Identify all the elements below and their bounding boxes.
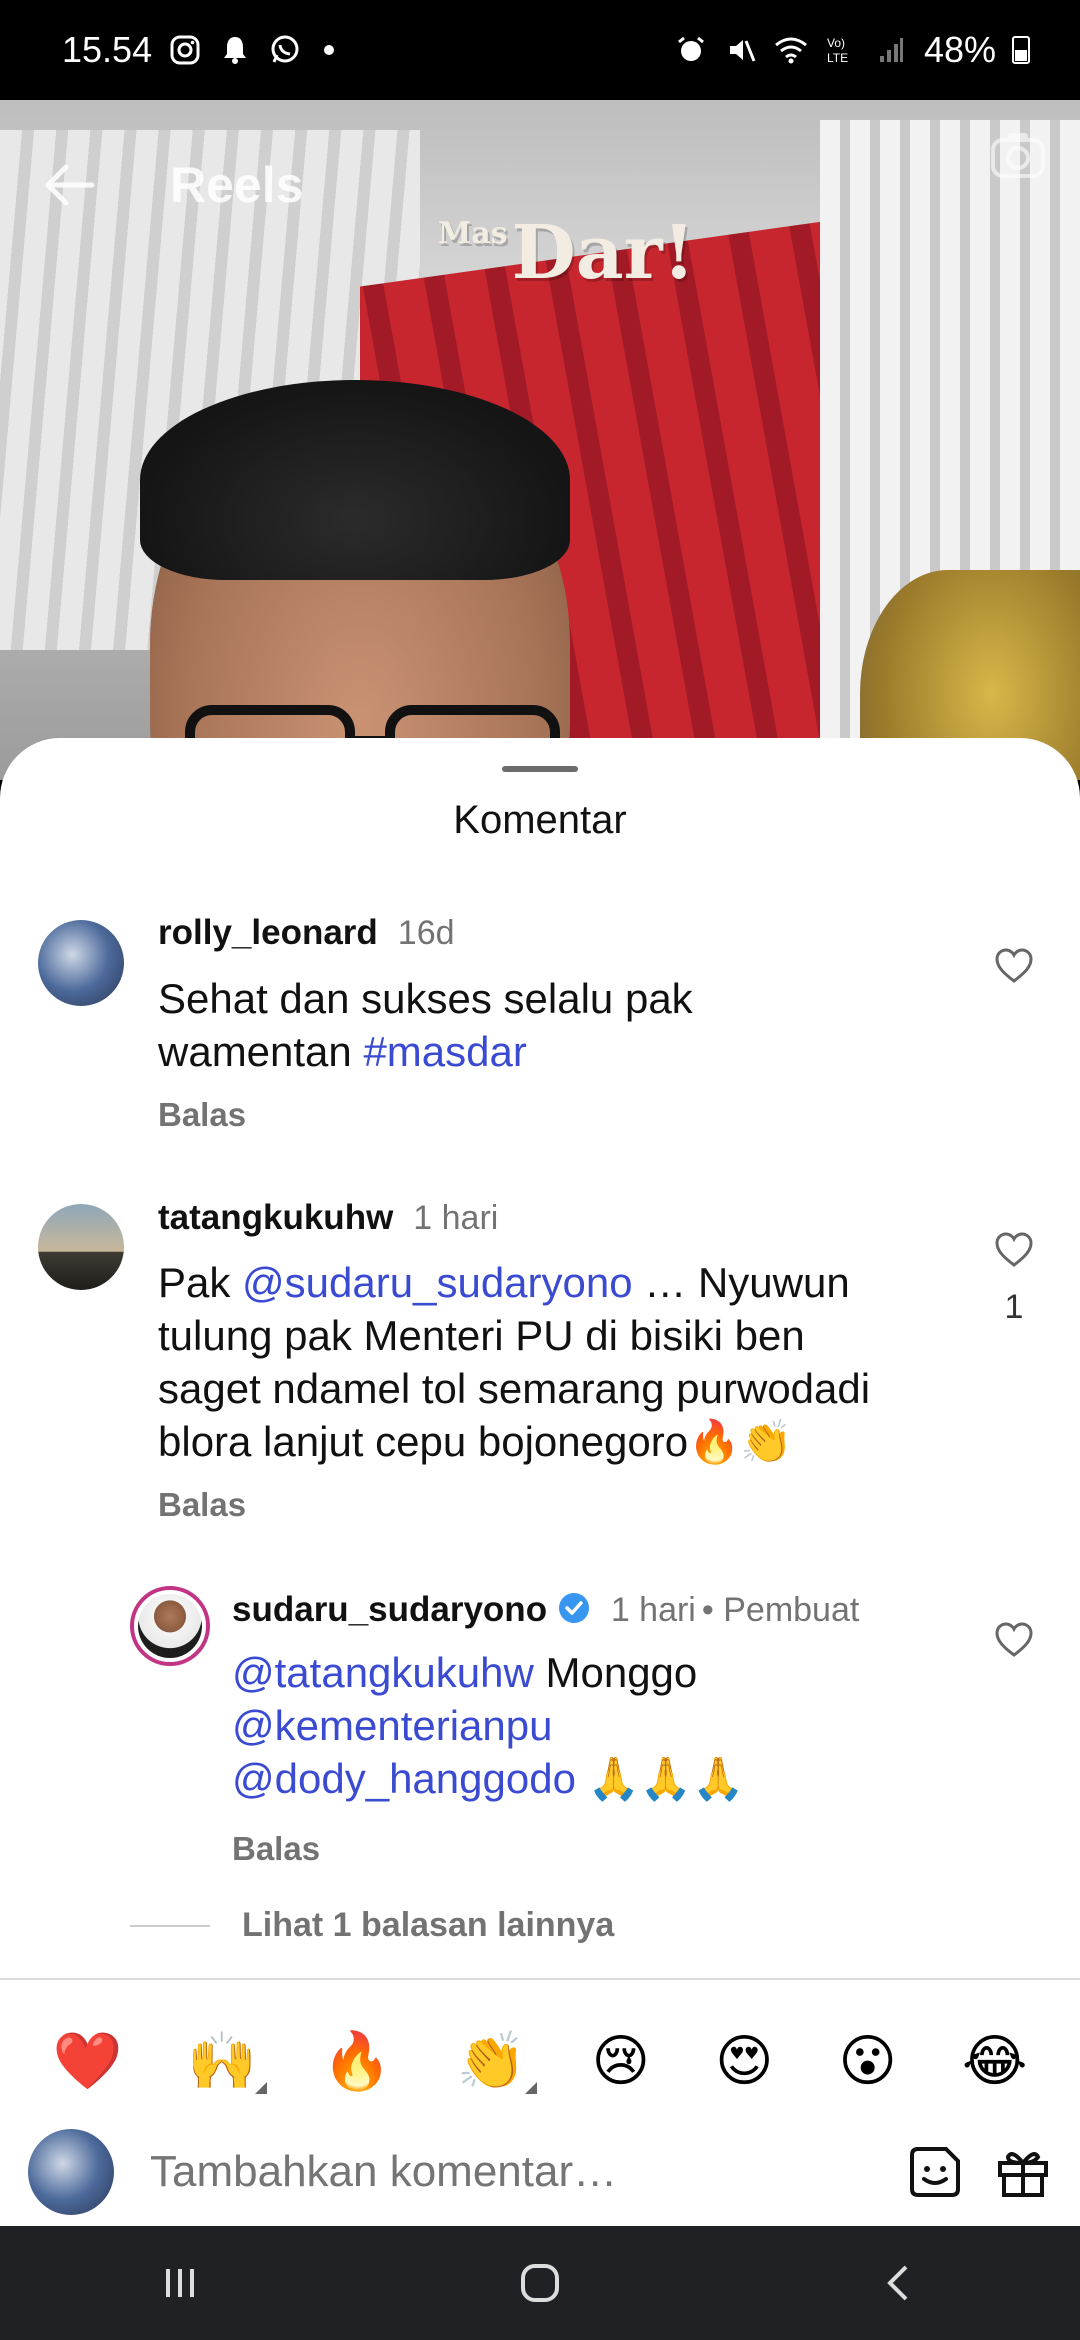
mention-link[interactable]: @kementerianpu [232,1702,552,1749]
avatar[interactable] [130,1586,210,1666]
reply-username[interactable]: sudaru_sudaryono [232,1590,591,1630]
comment-text: Sehat dan sukses selalu pak wamentan #ma… [158,975,693,1075]
mention-link[interactable]: @tatangkukuhw [232,1649,534,1696]
emoji-crying[interactable]: 😢 [592,2029,650,2094]
hashtag-link[interactable]: #masdar [363,1028,526,1075]
mention-link[interactable]: @sudaru_sudaryono [242,1259,633,1306]
skin-tone-indicator-icon [524,2082,537,2094]
more-notifications-dot [324,45,335,55]
svg-text:Vo): Vo) [827,36,845,50]
alarm-icon [674,33,708,67]
battery-percent: 48% [923,29,996,70]
instagram-icon [168,33,202,67]
more-replies-line [130,1924,210,1927]
comment-time: 16d [397,914,455,952]
comment-text: Pak @sudaru_sudaryono … Nyuwun tulung pa… [158,1259,871,1465]
mention-link[interactable]: @dody_hanggodo [232,1755,576,1802]
comment-username[interactable]: rolly_leonard [158,913,378,953]
status-left: 15.54 [62,29,335,71]
more-replies-label[interactable]: Lihat 1 balasan lainnya [242,1906,614,1945]
battery-icon [1012,36,1030,64]
emoji-fire[interactable]: 🔥 [322,2028,392,2094]
comments-sheet: Komentar rolly_leonard 16d Sehat dan suk… [0,738,1080,2226]
video-header: Reels [0,130,1080,240]
view-more-replies[interactable]: Lihat 1 balasan lainnya [130,1906,614,1945]
status-time: 15.54 [62,29,153,70]
avatar-image [138,1594,202,1658]
comment-header: tatangkukuhw 1 hari [158,1198,498,1238]
avatar[interactable] [38,920,124,1006]
quick-emoji-bar: ❤️ 🙌 🔥 👏 😢 😍 😮 😂 [0,2006,1080,2116]
comment-composer [0,2118,1080,2226]
emoji-heart[interactable]: ❤️ [53,2028,123,2094]
emoji-clapping[interactable]: 👏 [457,2028,537,2094]
divider [0,1978,1080,1980]
skin-tone-indicator-icon [255,2082,268,2094]
status-right: Vo) LTE 48% [674,29,1030,71]
back-arrow-icon[interactable] [40,155,100,215]
whatsapp-icon [268,33,302,67]
recent-apps-icon [166,2269,194,2297]
creator-label: • Pembuat [701,1591,860,1629]
reply-button[interactable]: Balas [232,1830,320,1868]
verified-badge-icon [558,1593,589,1623]
signal-icon [874,33,908,67]
comment-username[interactable]: tatangkukuhw [158,1198,393,1238]
video-person-hair [140,380,570,580]
heart-icon[interactable] [994,1620,1034,1660]
system-nav-bar [0,2226,1080,2340]
emoji-heart-eyes[interactable]: 😍 [715,2029,773,2094]
heart-icon[interactable] [994,946,1034,986]
heart-icon[interactable] [994,1230,1034,1270]
sheet-title: Komentar [453,798,627,842]
gift-icon[interactable] [994,2143,1052,2201]
reply-button[interactable]: Balas [158,1096,246,1134]
notification-bell-icon [218,33,252,67]
reels-title: Reels [170,157,304,213]
like-count: 1 [1004,1288,1024,1326]
emoji-laughing[interactable]: 😂 [962,2029,1027,2094]
back-chevron-icon [887,2265,908,2301]
back-button[interactable] [870,2253,930,2313]
reply-time: 1 hari [610,1591,696,1629]
avatar[interactable] [38,1204,124,1290]
reel-video[interactable]: MasDar! Reels [0,100,1080,780]
svg-text:LTE: LTE [827,51,848,65]
comment-header: rolly_leonard 16d [158,913,455,953]
avatar[interactable] [28,2129,114,2215]
reply-header: sudaru_sudaryono 1 hari • Pembuat [232,1590,859,1630]
emoji-raising-hands[interactable]: 🙌 [187,2028,268,2094]
home-icon [521,2264,559,2302]
comment-input[interactable] [150,2147,876,2197]
reply-text: @tatangkukuhw Monggo @kementerianpu @dod… [232,1649,745,1802]
wifi-icon [774,33,808,67]
comment-time: 1 hari [413,1199,499,1237]
recent-apps-button[interactable] [150,2253,210,2313]
volte-icon: Vo) LTE [824,33,858,67]
mute-icon [724,33,758,67]
sheet-drag-handle[interactable] [502,766,578,772]
camera-icon[interactable] [990,130,1046,180]
status-bar: 15.54 Vo) LTE 48% [0,0,1080,100]
sticker-icon[interactable] [906,2143,964,2201]
emoji-surprised[interactable]: 😮 [839,2029,897,2094]
home-button[interactable] [510,2253,570,2313]
reply-button[interactable]: Balas [158,1486,246,1524]
